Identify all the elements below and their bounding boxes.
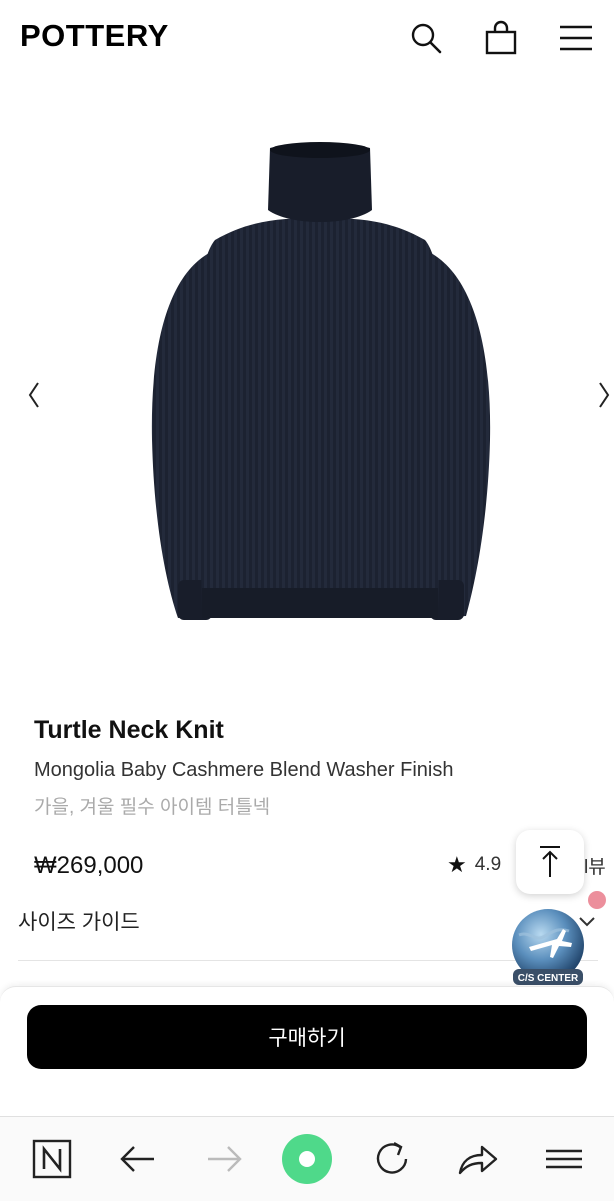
notification-dot [588, 891, 606, 909]
naver-n-icon[interactable] [26, 1133, 78, 1185]
home-circle-icon[interactable] [281, 1133, 333, 1185]
scroll-to-top-button[interactable] [516, 830, 584, 894]
product-subtitle: Mongolia Baby Cashmere Blend Washer Fini… [34, 759, 454, 781]
brand-logo[interactable]: POTTERY [20, 18, 169, 54]
forward-arrow-icon[interactable] [198, 1133, 250, 1185]
star-icon: ★ [447, 852, 467, 877]
rating-value: 4.9 [474, 854, 502, 875]
product-image [151, 142, 491, 620]
back-arrow-icon[interactable] [112, 1133, 164, 1185]
cs-center-label: C/S CENTER [518, 973, 579, 984]
browser-toolbar [0, 1116, 614, 1201]
price-row: ₩269,000 ★ 4.9 [34, 852, 594, 888]
arrow-up-icon [540, 846, 560, 877]
cs-center-button[interactable]: C/S CENTER [507, 907, 589, 989]
menu-icon[interactable] [538, 1133, 590, 1185]
product-price: ₩269,000 [34, 852, 144, 879]
size-guide-label: 사이즈 가이드 [18, 911, 140, 934]
product-rating[interactable]: ★ 4.9 [447, 852, 501, 878]
product-title: Turtle Neck Knit [34, 716, 224, 744]
shopping-bag-icon[interactable] [481, 18, 521, 58]
hamburger-menu-icon[interactable] [556, 18, 596, 58]
chevron-left-icon[interactable] [20, 375, 50, 415]
purchase-panel: 구매하기 [0, 986, 614, 1117]
share-icon[interactable] [452, 1133, 504, 1185]
buy-button[interactable]: 구매하기 [27, 1005, 587, 1069]
reload-icon[interactable] [366, 1133, 418, 1185]
product-tagline: 가을, 겨울 필수 아이템 터틀넥 [34, 797, 271, 818]
search-icon[interactable] [406, 18, 446, 58]
chevron-right-icon[interactable] [590, 375, 614, 415]
product-image-gallery[interactable] [0, 80, 614, 700]
review-link[interactable]: l뷰 [584, 852, 606, 879]
site-header: POTTERY [0, 0, 614, 78]
product-info: Turtle Neck Knit Mongolia Baby Cashmere … [34, 716, 594, 819]
